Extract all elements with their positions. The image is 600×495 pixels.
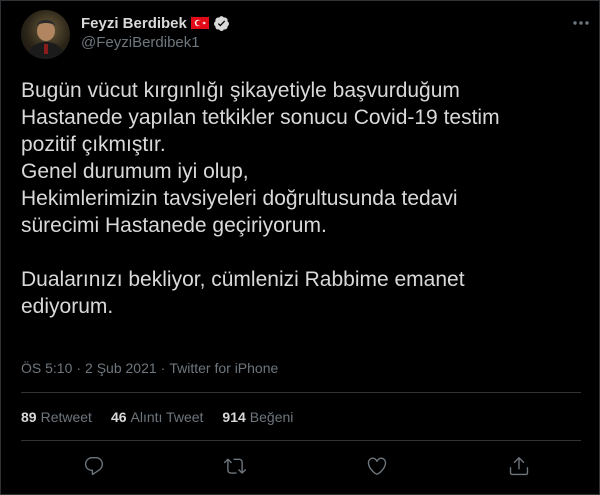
likes-stat[interactable]: 914 Beğeni <box>222 409 293 425</box>
author-handle[interactable]: @FeyziBerdibek1 <box>81 34 200 51</box>
more-options-icon[interactable] <box>571 13 591 33</box>
tweet-text: Bugün vücut kırgınlığı şikayetiyle başvu… <box>21 79 500 318</box>
tweet-card: Feyzi Berdibek @FeyziBerdibek1 Bugün vüc… <box>0 0 600 495</box>
tweet-source[interactable]: Twitter for iPhone <box>169 360 278 376</box>
tweet-stats: 89 Retweet 46 Alıntı Tweet 914 Beğeni <box>21 409 293 425</box>
likes-label: Beğeni <box>249 409 294 425</box>
quotes-count: 46 <box>110 409 127 425</box>
avatar[interactable] <box>21 10 70 59</box>
tweet-time[interactable]: ÖS 5:10 <box>21 360 72 376</box>
retweets-count: 89 <box>21 409 37 425</box>
turkey-flag-icon <box>190 17 209 29</box>
display-name[interactable]: Feyzi Berdibek <box>81 15 187 32</box>
meta-separator: · <box>160 360 166 376</box>
verified-badge-icon <box>213 15 230 32</box>
quotes-label: Alıntı Tweet <box>130 409 204 425</box>
meta-separator: · <box>76 360 82 376</box>
author-name-row: Feyzi Berdibek <box>81 13 230 33</box>
share-icon[interactable] <box>506 453 532 479</box>
retweets-label: Retweet <box>40 409 92 425</box>
tweet-date[interactable]: 2 Şub 2021 <box>85 360 157 376</box>
retweets-stat[interactable]: 89 Retweet <box>21 409 92 425</box>
likes-count: 914 <box>222 409 246 425</box>
quotes-stat[interactable]: 46 Alıntı Tweet <box>111 409 203 425</box>
tweet-actions <box>1 453 600 483</box>
divider <box>21 392 581 393</box>
divider <box>21 440 581 441</box>
reply-icon[interactable] <box>81 453 107 479</box>
retweet-icon[interactable] <box>222 453 248 479</box>
like-icon[interactable] <box>364 453 390 479</box>
tweet-meta: ÖS 5:10 · 2 Şub 2021 · Twitter for iPhon… <box>21 360 278 376</box>
